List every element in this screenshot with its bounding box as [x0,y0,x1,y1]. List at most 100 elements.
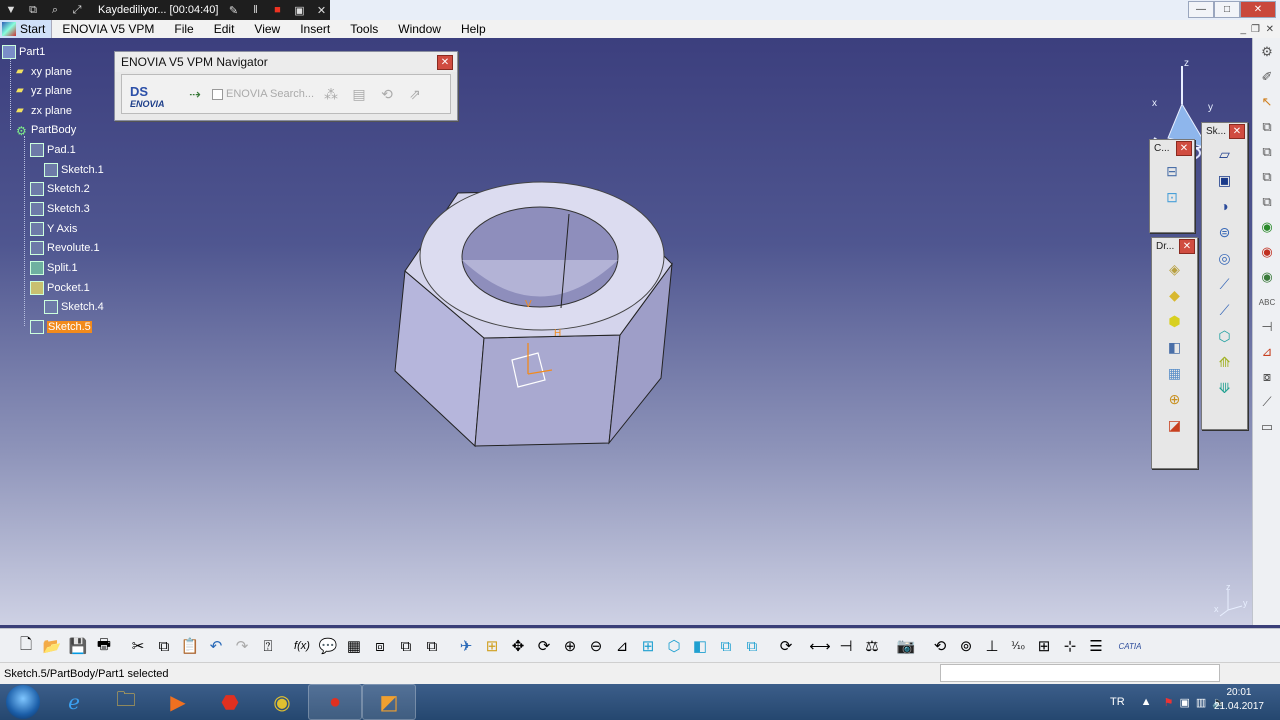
language-indicator[interactable]: TR [1110,696,1125,708]
knowledge-icon[interactable]: 💬 [316,634,340,658]
tree-node-zx-plane[interactable]: ▰ zx plane [16,103,72,119]
catia-app-icon[interactable]: ◩ [362,684,416,720]
tree-node-sketch4[interactable]: Sketch.4 [44,299,104,315]
menu-edit[interactable]: Edit [204,22,245,36]
measure-icon[interactable]: ⧉ [1256,191,1278,213]
grid-icon[interactable]: ⊚ [954,634,978,658]
tree-node-sketch5[interactable]: Sketch.5 [30,319,92,335]
catalog-icon[interactable]: ⧇ [1256,366,1278,388]
sketch-based-toolbar-close-button[interactable]: ✕ [1229,123,1245,139]
tree-node-yz-plane[interactable]: ▰ yz plane [16,83,72,99]
rotate-icon[interactable]: ⟳ [532,634,556,658]
3d-annotation-icon[interactable]: ⊣ [1256,316,1278,338]
fit-all-icon[interactable]: ⊞ [480,634,504,658]
edge-fillet-icon[interactable]: ◈ [1164,258,1186,280]
enovia-connect-icon[interactable]: ⇢ [184,83,206,105]
snap-icon[interactable]: ⊥ [980,634,1004,658]
update-icon[interactable]: ⟳ [774,634,798,658]
measure-between-icon[interactable]: ⟷ [808,634,832,658]
geometry-icon[interactable]: ⊹ [1058,634,1082,658]
shaft-tool-icon[interactable]: ◑ [1214,195,1236,217]
zoom-in-icon[interactable]: ⊕ [558,634,582,658]
constraints-icon[interactable]: ⊞ [1032,634,1056,658]
select-icon[interactable]: ↖ [1256,91,1278,113]
zoom-out-icon[interactable]: ⊖ [584,634,608,658]
reset-compass-icon[interactable]: ⟲ [928,634,952,658]
hide-show-icon[interactable]: ⧉ [714,634,738,658]
pad-tool-icon[interactable]: ▱ [1214,143,1236,165]
maximize-button[interactable]: □ [1214,1,1240,18]
instantiate-icon[interactable]: ⧉ [394,634,418,658]
multi-doc-icon[interactable]: ⧉ [1256,141,1278,163]
pan-icon[interactable]: ✥ [506,634,530,658]
loft-tool-icon[interactable]: ⟰ [1214,351,1236,373]
minimize-button[interactable]: — [1188,1,1214,18]
action-center-icon[interactable]: ⚑ [1164,696,1174,709]
tray-app-icon[interactable]: ▣ [1179,696,1189,709]
tree-node-split1[interactable]: Split.1 [30,260,78,276]
tree-node-sketch1[interactable]: Sketch.1 [44,162,104,178]
stiffener-tool-icon[interactable]: ⬡ [1214,325,1236,347]
chrome-icon[interactable]: ◉ [256,685,308,719]
hole-tool-icon[interactable]: ◎ [1214,247,1236,269]
thread-icon[interactable]: ⊕ [1164,388,1186,410]
boolean-add-icon[interactable]: ◉ [1256,216,1278,238]
settings-icon[interactable]: ⚙ [1256,41,1278,63]
constraint-icon[interactable]: ⊟ [1161,160,1183,182]
slot-tool-icon[interactable]: ⟋ [1214,299,1236,321]
formula-icon[interactable]: f(x) [290,634,314,658]
redo-icon[interactable]: ↷ [230,634,254,658]
resize-icon[interactable]: ⤢ [70,4,84,17]
enovia-close-button[interactable]: ✕ [437,54,453,70]
record-stop-icon[interactable]: ■ [270,4,284,16]
shading-icon[interactable]: ◧ [688,634,712,658]
enovia-navigator-header[interactable]: ENOVIA V5 VPM Navigator ✕ [115,52,457,72]
dimension-icon[interactable]: ⅒ [1006,634,1030,658]
security-app-icon[interactable]: ⬣ [204,685,256,719]
camera-icon[interactable]: ▣ [292,4,306,17]
menu-view[interactable]: View [244,22,290,36]
dress-up-toolbar-header[interactable]: Dr... ✕ [1152,238,1197,254]
swap-space-icon[interactable]: ⧉ [740,634,764,658]
enovia-list-icon[interactable]: ▤ [348,83,370,105]
tree-node-sketch3[interactable]: Sketch.3 [30,201,90,217]
copy-icon[interactable]: ⧉ [152,634,176,658]
annotation-abc-icon[interactable]: ABC [1256,291,1278,313]
tree-node-revolute1[interactable]: Revolute.1 [30,240,100,256]
magnifier-icon[interactable]: ⌕ [48,4,62,17]
doc-close-button[interactable]: ✕ [1266,24,1274,35]
menu-enovia[interactable]: ENOVIA V5 VPM [52,22,164,36]
tree-node-partbody[interactable]: ⚙ PartBody [16,122,76,138]
menu-insert[interactable]: Insert [290,22,340,36]
enovia-tree-icon[interactable]: ⁂ [320,83,342,105]
remove-loft-tool-icon[interactable]: ⟱ [1214,377,1236,399]
copy-paste-icon[interactable]: ⧉ [1256,116,1278,138]
constraint-defined-icon[interactable]: ⊡ [1161,186,1183,208]
window-icon[interactable]: ⧉ [26,4,40,17]
measure-item-icon[interactable]: ⊣ [834,634,858,658]
tray-expand-icon[interactable]: ▲ [1141,696,1152,708]
draft-icon[interactable]: ⬢ [1164,310,1186,332]
rib-tool-icon[interactable]: ⟋ [1214,273,1236,295]
undo-icon[interactable]: ↶ [204,634,228,658]
enovia-search-field[interactable]: ENOVIA Search... [212,88,314,100]
boolean-remove-icon[interactable]: ◉ [1256,241,1278,263]
catalog-browser-icon[interactable]: ⧉ [420,634,444,658]
media-player-icon[interactable]: ▶ [152,685,204,719]
line-tool-icon[interactable]: ⟋ [1256,391,1278,413]
pencil-icon[interactable]: ✎ [226,4,240,17]
enovia-refresh-icon[interactable]: ⟲ [376,83,398,105]
start-menu-button[interactable]: Start [0,20,53,38]
enovia-search-checkbox[interactable] [212,88,223,100]
normal-view-icon[interactable]: ⊿ [610,634,634,658]
3d-viewport[interactable]: H V y z x z y x [0,38,1252,625]
constraint-toolbar-header[interactable]: C... ✕ [1150,140,1194,156]
tree-node-root[interactable]: Part1 [2,44,45,60]
fly-mode-icon[interactable]: ✈ [454,634,478,658]
groove-tool-icon[interactable]: ⊜ [1214,221,1236,243]
tree-node-xy-plane[interactable]: ▰ xy plane [16,64,72,80]
menu-triangle-icon[interactable]: ▼ [4,4,18,16]
pause-icon[interactable]: ‖ [248,4,262,16]
remove-face-icon[interactable]: ◪ [1164,414,1186,436]
multi-view-icon[interactable]: ⧉ [1256,166,1278,188]
